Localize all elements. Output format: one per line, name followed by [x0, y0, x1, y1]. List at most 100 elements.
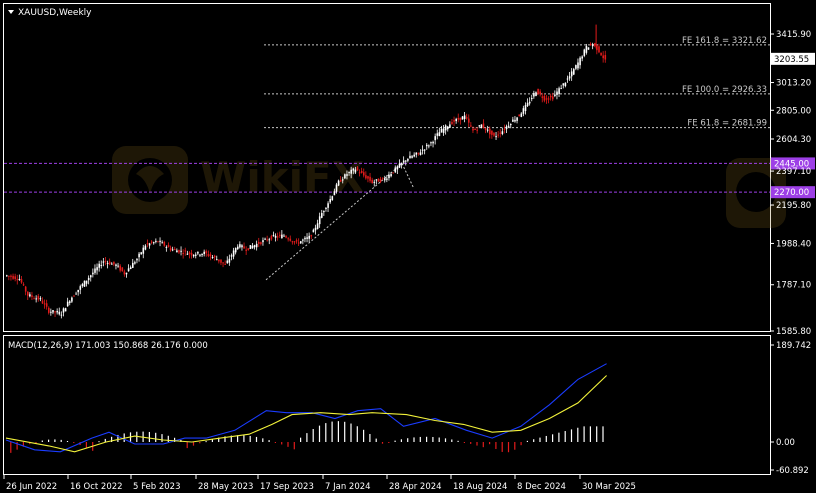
candle-body [41, 300, 44, 304]
candle [79, 284, 82, 295]
candle-body [274, 235, 277, 238]
macd-histogram-bar [344, 421, 346, 442]
candle-body [163, 241, 166, 246]
candle-body [352, 168, 355, 171]
candle [77, 289, 79, 296]
candle [125, 272, 128, 278]
candle [564, 82, 567, 88]
candle [266, 235, 268, 242]
macd-histogram-bar [300, 437, 302, 442]
candle-body [272, 235, 275, 237]
candle-body [161, 242, 163, 244]
candle [127, 264, 130, 272]
candle-body [386, 178, 388, 180]
candle-body [591, 44, 594, 47]
candle [226, 256, 229, 265]
candle [455, 117, 457, 124]
macd-tick-label: -60.892 [776, 466, 809, 476]
candle [165, 245, 168, 252]
candle [444, 124, 447, 135]
candle-body [14, 276, 16, 280]
candle-body [589, 43, 592, 45]
candle [289, 235, 292, 242]
macd-histogram-bar [545, 435, 547, 442]
macd-histogram-bar [375, 438, 377, 442]
candle-body [159, 240, 161, 242]
candle [436, 129, 439, 140]
candle [113, 261, 115, 267]
macd-histogram-bar [48, 439, 50, 442]
candle [539, 89, 541, 97]
candle-body [379, 179, 382, 182]
macd-histogram-bar [520, 442, 522, 446]
candle [260, 241, 262, 246]
candle-body [37, 295, 40, 300]
candle [222, 262, 224, 268]
candle-body [346, 174, 348, 176]
candle-body [119, 265, 121, 271]
candle-body [306, 237, 308, 239]
candle-body [339, 179, 342, 182]
candle-body [50, 311, 52, 313]
candle-body [295, 240, 298, 242]
candle-body [54, 311, 56, 313]
candle-body [85, 280, 88, 284]
symbol-title[interactable]: XAUUSD,Weekly [18, 8, 92, 18]
candle-body [83, 280, 86, 287]
candle [232, 247, 235, 260]
candle-body [6, 275, 8, 277]
candle [274, 233, 277, 242]
candle-body [150, 241, 153, 243]
macd-histogram-bar [205, 441, 207, 443]
candle-body [184, 250, 187, 252]
candle [58, 307, 61, 316]
candle-body [291, 241, 294, 243]
chart-window[interactable]: WikiFX XAUUSD,Weekly 2445.002270.00 FE 1… [0, 0, 816, 493]
candle-body [113, 261, 115, 265]
candle [108, 258, 111, 266]
macd-histogram-bar [41, 440, 43, 442]
candle-body [18, 278, 21, 280]
candle [216, 255, 218, 261]
candle [507, 121, 510, 128]
candle-body [365, 175, 367, 179]
candle [161, 240, 163, 244]
candle [394, 165, 397, 174]
candle-body [123, 271, 126, 275]
macd-histogram-bar [60, 439, 62, 442]
candle-body [495, 136, 497, 138]
candle-body [98, 263, 100, 268]
candle-body [602, 55, 604, 59]
candle-body [436, 133, 439, 136]
candle [186, 250, 189, 256]
candle-body [451, 122, 453, 124]
macd-histogram-bar [312, 429, 314, 442]
candle [31, 291, 33, 300]
candle-body [484, 127, 487, 131]
fib-level-label: FE 161.8 = 3321.62 [682, 36, 767, 46]
candle-body [258, 242, 260, 244]
macd-histogram-bar [432, 436, 434, 442]
candle-body [144, 245, 147, 250]
candle [566, 75, 569, 83]
macd-histogram-bar [104, 438, 106, 442]
candle [287, 237, 289, 242]
candle-body [470, 125, 472, 127]
candle [480, 124, 483, 129]
candle-body [300, 241, 302, 244]
candle [594, 42, 596, 48]
candle [27, 291, 29, 300]
candle-body [66, 301, 69, 307]
candle [18, 274, 21, 281]
candle-body [342, 179, 344, 181]
candle [69, 299, 71, 306]
candle [419, 149, 422, 156]
candle-body [241, 245, 243, 248]
candle [316, 219, 319, 230]
symbol-dropdown-icon[interactable] [8, 10, 14, 14]
macd-histogram-bar [394, 440, 396, 442]
candle [591, 42, 594, 50]
candle [577, 58, 579, 71]
candle-body [384, 178, 386, 181]
candle-body [222, 262, 224, 264]
